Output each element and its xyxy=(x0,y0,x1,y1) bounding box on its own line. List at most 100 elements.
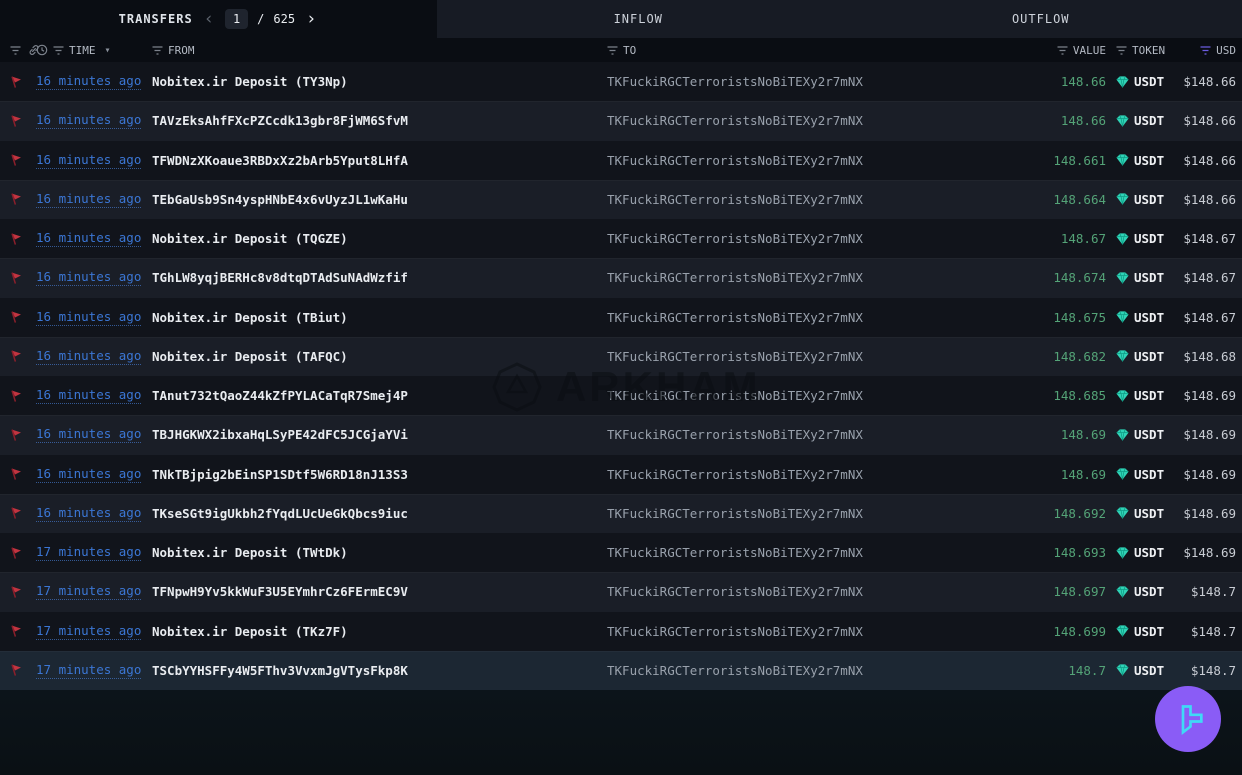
flag-icon[interactable] xyxy=(10,75,23,89)
from-address-link[interactable]: TFWDNzXKoaue3RBDxXz2bArb5Yput8LHfA xyxy=(152,153,408,168)
usd-filter-active-icon[interactable] xyxy=(1200,46,1211,55)
token-label[interactable]: USDT xyxy=(1134,113,1164,128)
from-address-link[interactable]: Nobitex.ir Deposit (TAFQC) xyxy=(152,349,348,364)
time-link[interactable]: 16 minutes ago xyxy=(36,152,141,169)
time-link[interactable]: 16 minutes ago xyxy=(36,230,141,247)
chevron-down-icon[interactable]: ▾ xyxy=(105,45,111,56)
column-header-usd[interactable]: USD xyxy=(1216,44,1236,57)
flag-icon[interactable] xyxy=(10,271,23,285)
token-label[interactable]: USDT xyxy=(1134,192,1164,207)
to-address-link[interactable]: TKFuckiRGCTerroristsNoBiTEXy2r7mNX xyxy=(607,545,863,560)
token-label[interactable]: USDT xyxy=(1134,153,1164,168)
column-header-token[interactable]: TOKEN xyxy=(1132,44,1165,57)
token-label[interactable]: USDT xyxy=(1134,624,1164,639)
time-link[interactable]: 16 minutes ago xyxy=(36,387,141,404)
flag-icon[interactable] xyxy=(10,310,23,324)
to-address-link[interactable]: TKFuckiRGCTerroristsNoBiTEXy2r7mNX xyxy=(607,113,863,128)
time-link[interactable]: 17 minutes ago xyxy=(36,544,141,561)
from-address-link[interactable]: TEbGaUsb9Sn4yspHNbE4x6vUyzJL1wKaHu xyxy=(152,192,408,207)
prev-page-button[interactable]: ‹ xyxy=(202,11,216,28)
to-address-link[interactable]: TKFuckiRGCTerroristsNoBiTEXy2r7mNX xyxy=(607,349,863,364)
to-address-link[interactable]: TKFuckiRGCTerroristsNoBiTEXy2r7mNX xyxy=(607,310,863,325)
token-label[interactable]: USDT xyxy=(1134,231,1164,246)
token-label[interactable]: USDT xyxy=(1134,467,1164,482)
to-address-link[interactable]: TKFuckiRGCTerroristsNoBiTEXy2r7mNX xyxy=(607,467,863,482)
time-link[interactable]: 16 minutes ago xyxy=(36,73,141,90)
to-address-link[interactable]: TKFuckiRGCTerroristsNoBiTEXy2r7mNX xyxy=(607,427,863,442)
from-address-link[interactable]: TAnut732tQaoZ44kZfPYLACaTqR7Smej4P xyxy=(152,388,408,403)
from-address-link[interactable]: Nobitex.ir Deposit (TBiut) xyxy=(152,310,348,325)
to-address-link[interactable]: TKFuckiRGCTerroristsNoBiTEXy2r7mNX xyxy=(607,388,863,403)
time-link[interactable]: 17 minutes ago xyxy=(36,662,141,679)
flag-icon[interactable] xyxy=(10,153,23,167)
to-address-link[interactable]: TKFuckiRGCTerroristsNoBiTEXy2r7mNX xyxy=(607,231,863,246)
time-link[interactable]: 16 minutes ago xyxy=(36,348,141,365)
next-page-button[interactable]: › xyxy=(304,11,318,28)
time-link[interactable]: 16 minutes ago xyxy=(36,426,141,443)
from-address-link[interactable]: TSCbYYHSFFy4W5FThv3VvxmJgVTysFkp8K xyxy=(152,663,408,678)
tab-inflow[interactable]: INFLOW xyxy=(437,0,840,38)
to-filter-icon[interactable] xyxy=(607,46,618,55)
time-link[interactable]: 16 minutes ago xyxy=(36,309,141,326)
flag-icon[interactable] xyxy=(10,467,23,481)
to-address-link[interactable]: TKFuckiRGCTerroristsNoBiTEXy2r7mNX xyxy=(607,624,863,639)
token-label[interactable]: USDT xyxy=(1134,545,1164,560)
flag-icon[interactable] xyxy=(10,546,23,560)
time-link[interactable]: 16 minutes ago xyxy=(36,466,141,483)
from-address-link[interactable]: Nobitex.ir Deposit (TY3Np) xyxy=(152,74,348,89)
from-address-link[interactable]: TGhLW8yqjBERHc8v8dtqDTAdSuNAdWzfif xyxy=(152,270,408,285)
from-address-link[interactable]: TBJHGKWX2ibxaHqLSyPE42dFC5JCGjaYVi xyxy=(152,427,408,442)
to-address-link[interactable]: TKFuckiRGCTerroristsNoBiTEXy2r7mNX xyxy=(607,74,863,89)
flag-icon[interactable] xyxy=(10,389,23,403)
from-address-link[interactable]: TKseSGt9igUkbh2fYqdLUcUeGkQbcs9iuc xyxy=(152,506,408,521)
token-label[interactable]: USDT xyxy=(1134,584,1164,599)
flag-icon[interactable] xyxy=(10,663,23,677)
time-filter-icon[interactable] xyxy=(53,46,64,55)
token-label[interactable]: USDT xyxy=(1134,663,1164,678)
to-address-link[interactable]: TKFuckiRGCTerroristsNoBiTEXy2r7mNX xyxy=(607,192,863,207)
flag-icon[interactable] xyxy=(10,428,23,442)
time-link[interactable]: 16 minutes ago xyxy=(36,112,141,129)
column-header-from[interactable]: FROM xyxy=(168,44,195,57)
flag-icon[interactable] xyxy=(10,585,23,599)
page-number-input[interactable]: 1 xyxy=(225,9,248,29)
time-link[interactable]: 17 minutes ago xyxy=(36,583,141,600)
time-link[interactable]: 16 minutes ago xyxy=(36,505,141,522)
time-link[interactable]: 16 minutes ago xyxy=(36,269,141,286)
token-label[interactable]: USDT xyxy=(1134,349,1164,364)
flag-icon[interactable] xyxy=(10,506,23,520)
from-address-link[interactable]: TNkTBjpig2bEinSP1SDtf5W6RD18nJ13S3 xyxy=(152,467,408,482)
tab-transfers[interactable]: TRANSFERS ‹ 1 / 625 › xyxy=(0,0,437,38)
time-link[interactable]: 16 minutes ago xyxy=(36,191,141,208)
filter-icon[interactable] xyxy=(10,46,21,55)
token-label[interactable]: USDT xyxy=(1134,427,1164,442)
time-link[interactable]: 17 minutes ago xyxy=(36,623,141,640)
from-address-link[interactable]: TAVzEksAhfFXcPZCcdk13gbr8FjWM6SfvM xyxy=(152,113,408,128)
flag-icon[interactable] xyxy=(10,192,23,206)
value-filter-icon[interactable] xyxy=(1057,46,1068,55)
to-address-link[interactable]: TKFuckiRGCTerroristsNoBiTEXy2r7mNX xyxy=(607,270,863,285)
to-address-link[interactable]: TKFuckiRGCTerroristsNoBiTEXy2r7mNX xyxy=(607,584,863,599)
token-filter-icon[interactable] xyxy=(1116,46,1127,55)
from-address-link[interactable]: Nobitex.ir Deposit (TWtDk) xyxy=(152,545,348,560)
token-label[interactable]: USDT xyxy=(1134,310,1164,325)
flag-icon[interactable] xyxy=(10,232,23,246)
chat-widget-button[interactable] xyxy=(1155,686,1221,752)
to-address-link[interactable]: TKFuckiRGCTerroristsNoBiTEXy2r7mNX xyxy=(607,153,863,168)
flag-icon[interactable] xyxy=(10,349,23,363)
token-label[interactable]: USDT xyxy=(1134,388,1164,403)
flag-icon[interactable] xyxy=(10,624,23,638)
token-label[interactable]: USDT xyxy=(1134,270,1164,285)
flag-icon[interactable] xyxy=(10,114,23,128)
column-header-time[interactable]: TIME xyxy=(69,44,96,57)
from-address-link[interactable]: TFNpwH9Yv5kkWuF3U5EYmhrCz6FErmEC9V xyxy=(152,584,408,599)
from-filter-icon[interactable] xyxy=(152,46,163,55)
tab-outflow[interactable]: OUTFLOW xyxy=(840,0,1242,38)
token-label[interactable]: USDT xyxy=(1134,506,1164,521)
column-header-to[interactable]: TO xyxy=(623,44,636,57)
to-address-link[interactable]: TKFuckiRGCTerroristsNoBiTEXy2r7mNX xyxy=(607,506,863,521)
from-address-link[interactable]: Nobitex.ir Deposit (TKz7F) xyxy=(152,624,348,639)
token-label[interactable]: USDT xyxy=(1134,74,1164,89)
to-address-link[interactable]: TKFuckiRGCTerroristsNoBiTEXy2r7mNX xyxy=(607,663,863,678)
from-address-link[interactable]: Nobitex.ir Deposit (TQGZE) xyxy=(152,231,348,246)
